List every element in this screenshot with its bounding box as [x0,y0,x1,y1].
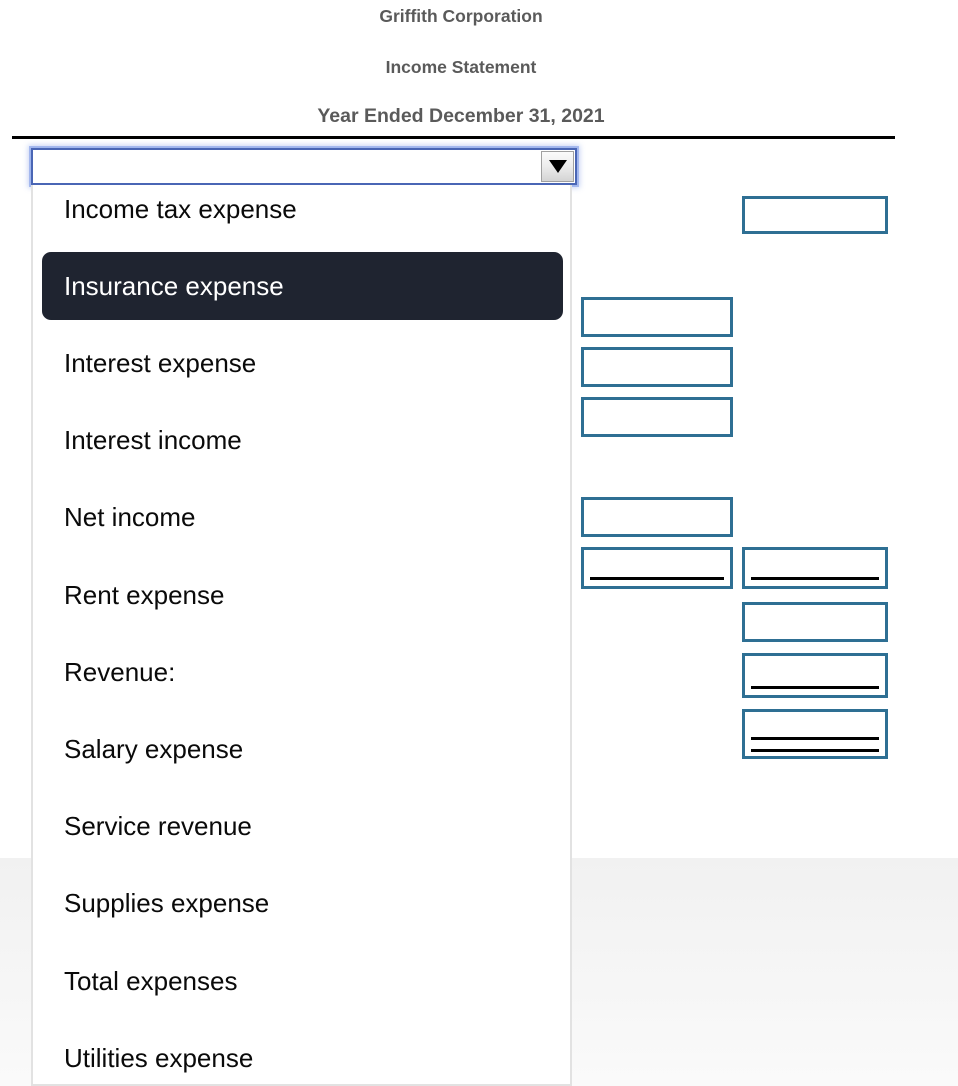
select-selected-value [41,150,535,183]
amount-input-inner-column[interactable] [581,347,733,387]
amount-input-outer-column[interactable] [742,709,888,759]
dropdown-option-label: Net income [64,502,196,533]
dropdown-option[interactable]: Income tax expense [42,185,563,243]
dropdown-option-label: Supplies expense [64,888,270,919]
dropdown-option[interactable]: Rent expense [42,561,563,629]
subtotal-rule [751,686,879,689]
dropdown-option-label: Rent expense [64,579,225,610]
caret-shape [548,160,567,173]
header-divider-rule [12,136,895,139]
amount-input-inner-column[interactable] [581,497,733,537]
subtotal-rule [751,577,879,580]
dropdown-option[interactable]: Total expenses [42,947,563,1015]
amount-input-inner-column[interactable] [581,397,733,437]
dropdown-option[interactable]: Interest expense [42,329,563,397]
amount-input-outer-column[interactable] [742,196,888,234]
dropdown-option-label: Utilities expense [64,1042,254,1073]
dropdown-option-label: Income tax expense [64,193,297,224]
dropdown-option[interactable]: Salary expense [42,715,563,783]
amount-input-outer-column[interactable] [742,653,888,698]
dropdown-option-label: Insurance expense [64,270,284,301]
dropdown-option[interactable]: Interest income [42,407,563,475]
statement-period-heading: Year Ended December 31, 2021 [317,105,605,127]
dropdown-option[interactable]: Revenue: [42,638,563,706]
line-item-account-select[interactable] [31,148,577,185]
statement-title-heading: Income Statement [385,57,537,77]
company-name-heading: Griffith Corporation [379,6,543,26]
dropdown-option[interactable]: Service revenue [42,793,563,861]
amount-input-inner-column[interactable] [581,297,733,337]
dropdown-option[interactable]: Insurance expense [42,252,563,321]
amount-input-outer-column[interactable] [742,602,888,642]
dropdown-option-label: Revenue: [64,656,176,687]
dropdown-option[interactable]: Utilities expense [42,1024,563,1084]
dropdown-option-label: Interest income [64,425,242,456]
dropdown-option-label: Interest expense [64,347,257,378]
total-double-rule [751,737,879,752]
dropdown-option[interactable]: Net income [42,484,563,552]
dropdown-option-label: Service revenue [64,811,252,842]
chevron-down-icon[interactable] [541,151,574,182]
subtotal-rule [590,577,724,580]
dropdown-option-label: Total expenses [64,965,238,996]
account-options-dropdown[interactable]: Income tax expense Insurance expense Inter… [31,185,572,1086]
amount-input-inner-column[interactable] [581,547,733,589]
dropdown-option[interactable]: Supplies expense [42,870,563,938]
dropdown-option-label: Salary expense [64,733,244,764]
income-statement-page: Griffith Corporation Income Statement Ye… [0,0,958,1086]
amount-input-outer-column[interactable] [742,547,888,589]
